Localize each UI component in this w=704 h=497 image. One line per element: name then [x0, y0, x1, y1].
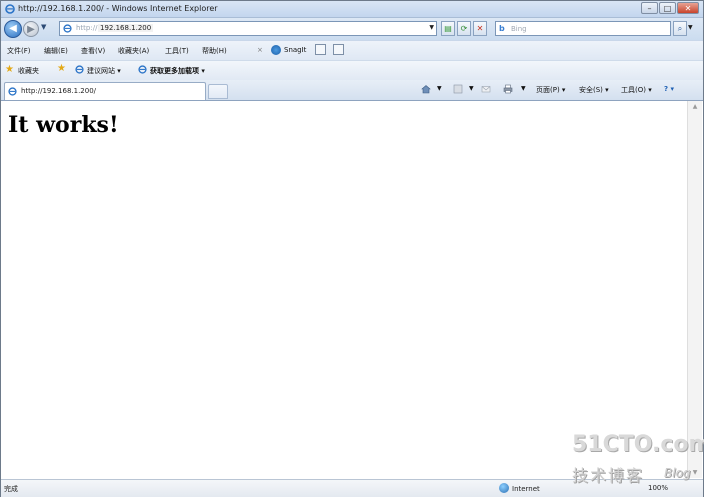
menu-help[interactable]: 帮助(H) [202, 46, 227, 56]
page-content: It works! [1, 101, 687, 478]
watermark-subtitle: 技术博客 [572, 466, 645, 485]
print-dropdown-icon[interactable]: ▼ [521, 85, 526, 92]
window-controls: – □ ✕ [640, 2, 699, 15]
scroll-up-arrow-icon[interactable]: ▲ [688, 103, 702, 110]
magnifier-icon: ⌕ [677, 24, 683, 33]
search-input[interactable]: b Bing [495, 21, 671, 36]
compatibility-view-button[interactable]: ▤ [441, 21, 455, 36]
address-input[interactable]: http:// 192.168.1.200 ▼ [59, 21, 437, 36]
refresh-icon: ⟳ [460, 24, 468, 33]
add-favorites-icon[interactable]: ★ [57, 64, 66, 74]
close-toolbar-icon[interactable]: × [257, 46, 263, 54]
refresh-button[interactable]: ⟳ [457, 21, 471, 36]
tab-ie-icon [8, 87, 17, 96]
home-icon[interactable] [421, 84, 431, 94]
watermark-site: 51CTO.com [572, 432, 704, 457]
menu-tools[interactable]: 工具(T) [165, 46, 189, 56]
close-button[interactable]: ✕ [677, 2, 699, 14]
tab-row: http://192.168.1.200/ ▼ ▼ ▼ 页面(P) ▾ 安全(S… [1, 80, 703, 101]
snagit-window-icon[interactable] [333, 44, 344, 55]
search-placeholder: Bing [511, 25, 527, 33]
stop-button[interactable]: ✕ [473, 21, 487, 36]
stop-icon: ✕ [476, 24, 484, 33]
menu-view[interactable]: 查看(V) [81, 46, 105, 56]
page-heading: It works! [8, 112, 119, 138]
suggested-sites-link[interactable]: 建议网站 ▾ [87, 66, 121, 76]
title-bar: http://192.168.1.200/ - Windows Internet… [1, 1, 703, 18]
favorites-star-icon: ★ [5, 64, 14, 75]
menu-favorites[interactable]: 收藏夹(A) [118, 46, 149, 56]
bing-icon: b [499, 24, 505, 33]
back-button[interactable]: ◀ [4, 20, 22, 38]
feeds-icon[interactable] [453, 84, 463, 94]
menu-file[interactable]: 文件(F) [7, 46, 31, 56]
maximize-button[interactable]: □ [659, 2, 676, 14]
menu-bar: 文件(F) 编辑(E) 查看(V) 收藏夹(A) 工具(T) 帮助(H) × S… [1, 40, 703, 60]
new-tab-button[interactable] [208, 84, 228, 99]
snagit-button[interactable]: SnagIt [284, 46, 306, 54]
vertical-scrollbar[interactable]: ▲ ▼ [687, 101, 702, 478]
status-text: 完成 [4, 485, 18, 493]
compatibility-icon: ▤ [444, 24, 452, 33]
favorites-button[interactable]: 收藏夹 [18, 66, 39, 76]
zone-label: Internet [512, 485, 540, 493]
forward-arrow-icon: ▶ [27, 24, 35, 35]
safety-menu[interactable]: 安全(S) ▾ [579, 85, 609, 95]
recent-pages-dropdown-icon[interactable]: ▼ [41, 23, 46, 31]
address-url[interactable]: 192.168.1.200 [98, 24, 154, 32]
feeds-dropdown-icon[interactable]: ▼ [469, 85, 474, 92]
address-prefix: http:// [76, 24, 98, 32]
search-button[interactable]: ⌕ [673, 21, 687, 36]
page-menu[interactable]: 页面(P) ▾ [536, 85, 565, 95]
print-icon[interactable] [503, 84, 513, 94]
get-addons-icon [138, 65, 147, 74]
search-options-dropdown-icon[interactable]: ▼ [688, 24, 693, 31]
snagit-capture-icon[interactable] [315, 44, 326, 55]
forward-button[interactable]: ▶ [23, 21, 39, 37]
favorites-bar: ★ 收藏夹 ★ 建议网站 ▾ 获取更多加载项 ▾ [1, 60, 703, 80]
ie-icon [5, 4, 15, 14]
watermark: 51CTO.com 技术博客 Blog [572, 432, 704, 492]
security-zone: Internet [499, 483, 540, 493]
internet-globe-icon [499, 483, 509, 493]
address-row: ◀ ▶ ▼ http:// 192.168.1.200 ▼ ▤ ⟳ ✕ b Bi… [1, 18, 703, 40]
ie-page-icon [63, 24, 72, 33]
menu-edit[interactable]: 编辑(E) [44, 46, 68, 56]
window-title: http://192.168.1.200/ - Windows Internet… [18, 4, 218, 13]
address-dropdown-icon[interactable]: ▼ [429, 24, 434, 31]
help-menu[interactable]: ? ▾ [664, 85, 674, 93]
snagit-icon[interactable] [271, 45, 281, 55]
home-dropdown-icon[interactable]: ▼ [437, 85, 442, 92]
browser-window: http://192.168.1.200/ - Windows Internet… [0, 0, 704, 497]
read-mail-icon[interactable] [481, 84, 491, 94]
watermark-blog: Blog [664, 466, 691, 480]
minimize-button[interactable]: – [641, 2, 658, 14]
tools-menu[interactable]: 工具(O) ▾ [621, 85, 652, 95]
suggested-sites-icon [75, 65, 84, 74]
back-arrow-icon: ◀ [9, 23, 17, 34]
tab-label: http://192.168.1.200/ [21, 87, 97, 95]
get-more-addons-link[interactable]: 获取更多加载项 ▾ [150, 66, 205, 76]
tab-current[interactable]: http://192.168.1.200/ [4, 82, 206, 100]
